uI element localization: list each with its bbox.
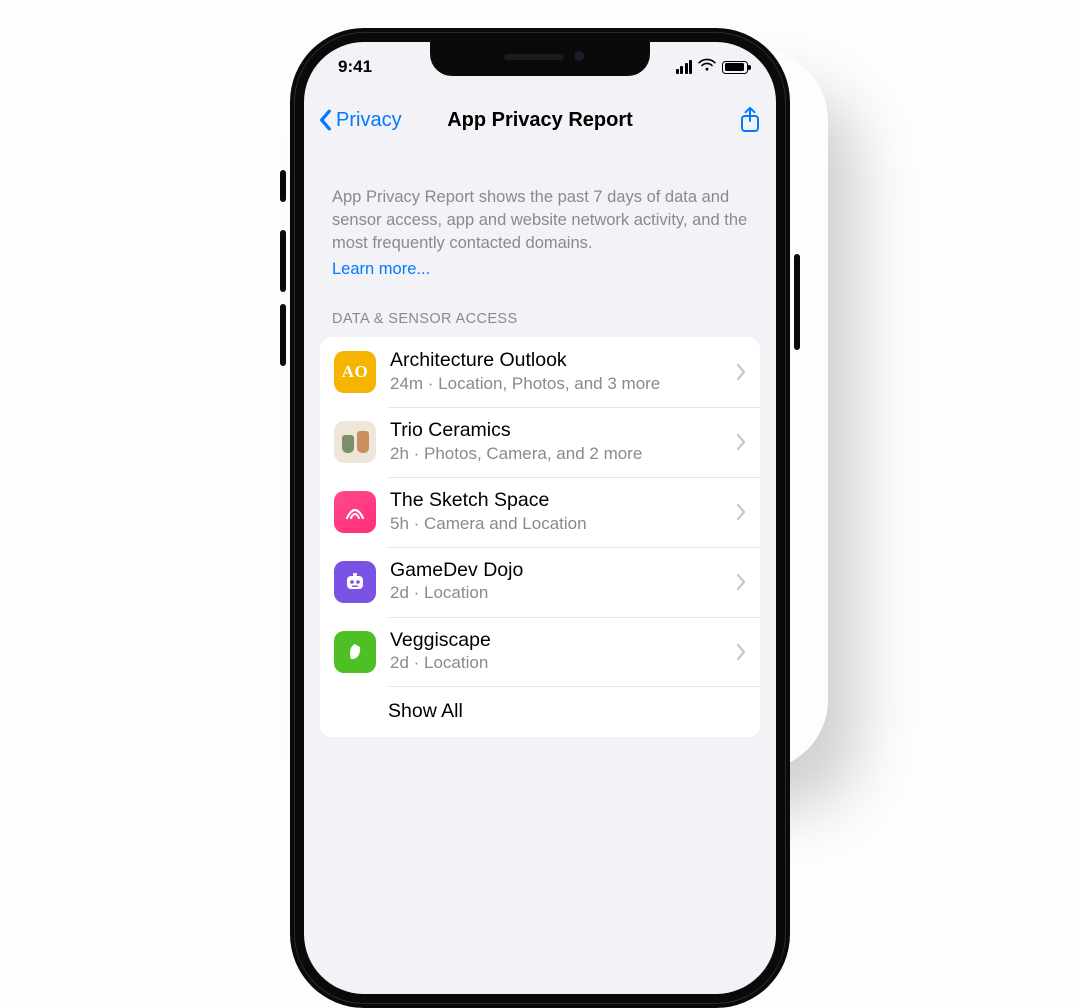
app-name: Trio Ceramics <box>390 419 722 443</box>
notch <box>430 42 650 76</box>
share-icon <box>738 106 762 134</box>
chevron-right-icon <box>736 433 746 451</box>
chevron-left-icon <box>318 109 334 131</box>
battery-icon <box>722 61 748 74</box>
app-icon <box>334 631 376 673</box>
app-name: Veggiscape <box>390 629 722 653</box>
content-area: App Privacy Report shows the past 7 days… <box>304 148 776 994</box>
section-header: DATA & SENSOR ACCESS <box>304 281 776 337</box>
app-icon <box>334 421 376 463</box>
app-icon <box>334 491 376 533</box>
app-details: 2d · Location <box>390 652 722 674</box>
list-item[interactable]: GameDev Dojo 2d · Location <box>320 547 760 617</box>
list-item[interactable]: Veggiscape 2d · Location <box>320 617 760 687</box>
side-button <box>794 254 800 350</box>
phone-frame: 9:41 Priv <box>290 28 790 1008</box>
app-details: 24m · Location, Photos, and 3 more <box>390 373 722 395</box>
app-icon <box>334 561 376 603</box>
chevron-right-icon <box>736 503 746 521</box>
back-label: Privacy <box>336 109 402 132</box>
app-name: GameDev Dojo <box>390 559 722 583</box>
app-icon: AO <box>334 351 376 393</box>
learn-more-link[interactable]: Learn more... <box>332 258 430 281</box>
share-button[interactable] <box>738 106 762 134</box>
chevron-right-icon <box>736 363 746 381</box>
wifi-icon <box>698 57 716 77</box>
app-list: AO Architecture Outlook 24m · Location, … <box>320 337 760 737</box>
intro-text: App Privacy Report shows the past 7 days… <box>304 148 776 281</box>
cellular-icon <box>676 60 693 74</box>
show-all-button[interactable]: Show All <box>320 686 760 737</box>
chevron-right-icon <box>736 643 746 661</box>
mute-switch <box>280 170 286 202</box>
app-details: 5h · Camera and Location <box>390 513 722 535</box>
app-details: 2h · Photos, Camera, and 2 more <box>390 443 722 465</box>
intro-body: App Privacy Report shows the past 7 days… <box>332 188 747 252</box>
list-item[interactable]: The Sketch Space 5h · Camera and Locatio… <box>320 477 760 547</box>
app-details: 2d · Location <box>390 582 722 604</box>
list-item[interactable]: AO Architecture Outlook 24m · Location, … <box>320 337 760 407</box>
status-time: 9:41 <box>338 57 372 77</box>
app-name: The Sketch Space <box>390 489 722 513</box>
list-item[interactable]: Trio Ceramics 2h · Photos, Camera, and 2… <box>320 407 760 477</box>
back-button[interactable]: Privacy <box>318 109 402 132</box>
page-title: App Privacy Report <box>447 109 633 132</box>
screen: 9:41 Priv <box>304 42 776 994</box>
volume-down-button <box>280 304 286 366</box>
volume-up-button <box>280 230 286 292</box>
app-name: Architecture Outlook <box>390 349 722 373</box>
chevron-right-icon <box>736 573 746 591</box>
navigation-bar: Privacy App Privacy Report <box>304 94 776 146</box>
